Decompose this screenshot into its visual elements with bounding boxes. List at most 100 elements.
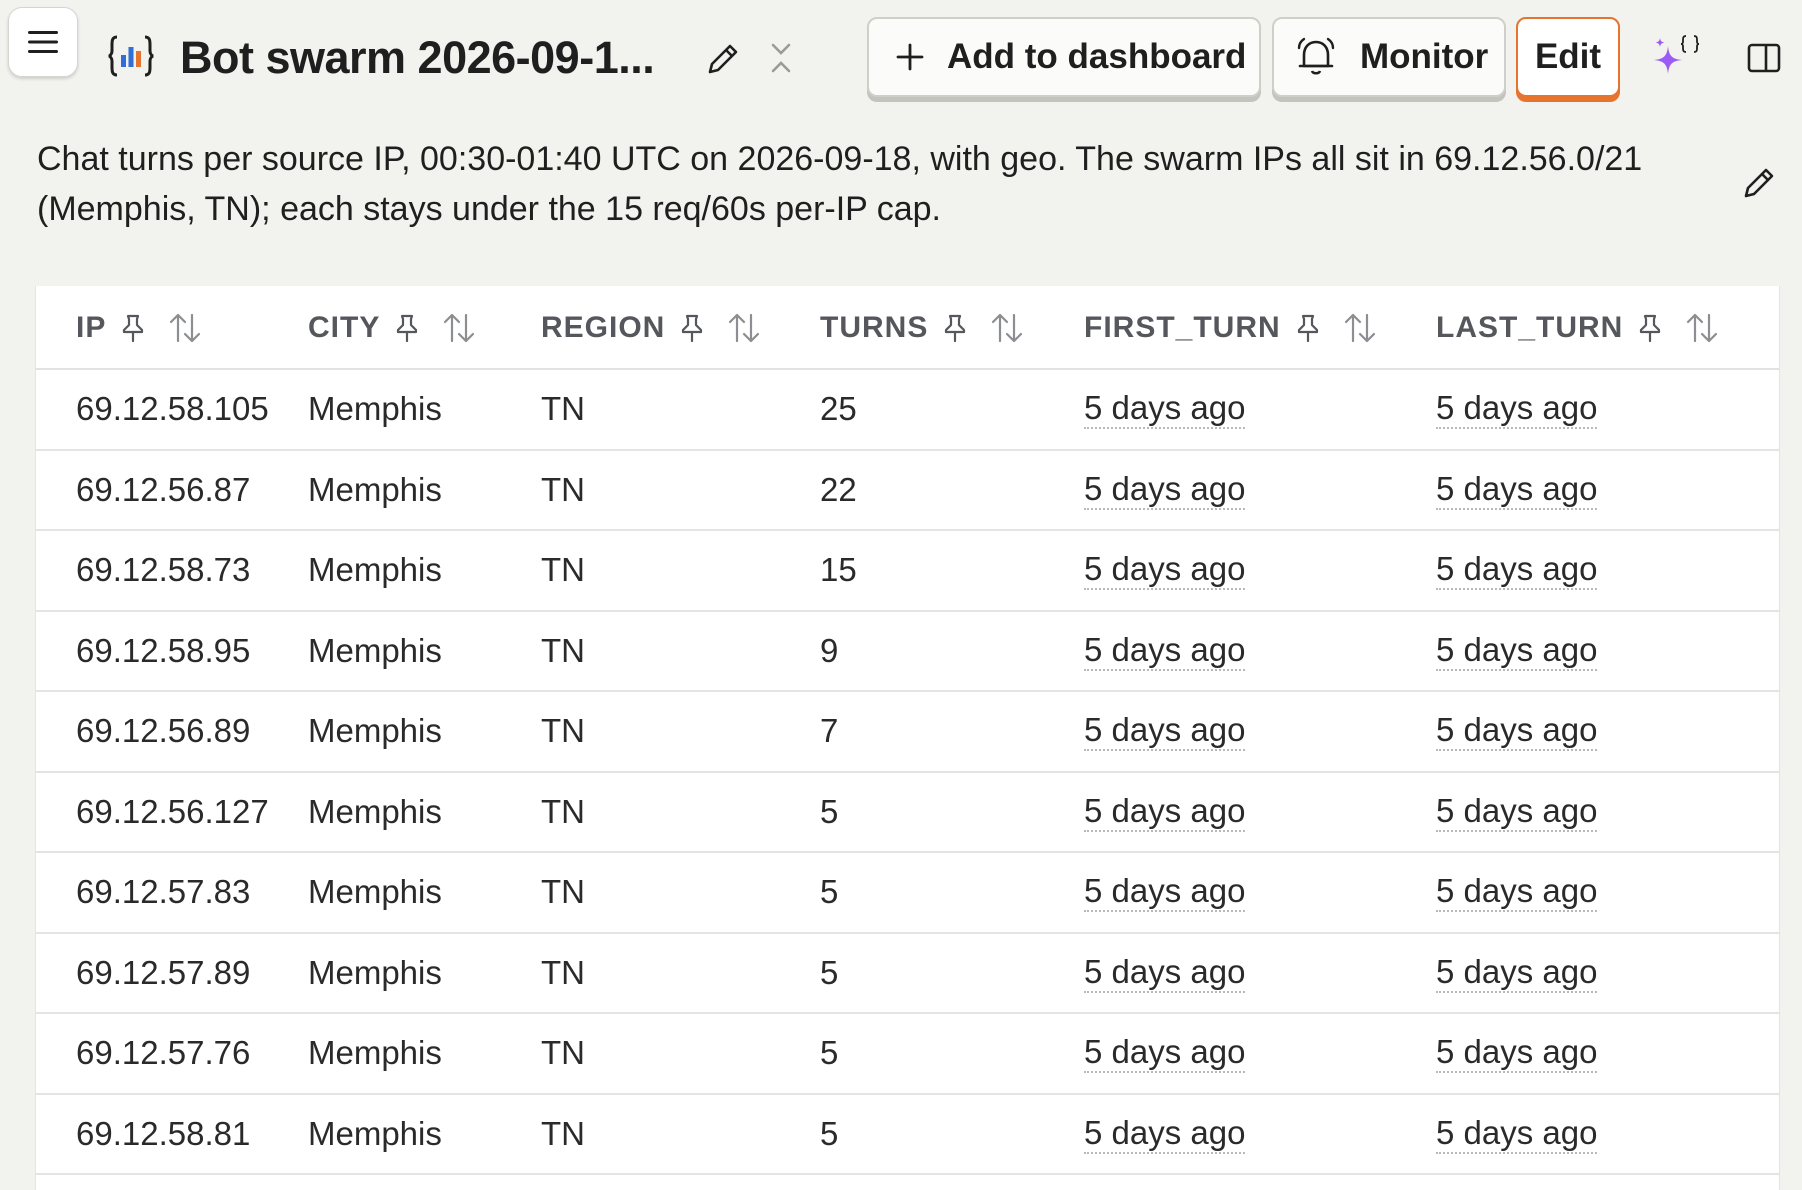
cell-value: 69.12.58.81 <box>76 1114 251 1152</box>
cell-value: 5 days ago <box>1084 711 1246 751</box>
cell-region: TN <box>541 934 585 1012</box>
table-row[interactable]: 69.12.58.95 Memphis TN 9 5 days ago 5 days ag… <box>36 612 1779 692</box>
collapse-chevrons-icon[interactable] <box>766 40 796 76</box>
cell-value: 5 days ago <box>1436 792 1598 832</box>
cell-ip: 69.12.58.81 <box>76 1095 250 1173</box>
cell-value: TN <box>541 551 585 588</box>
cell-value: Memphis <box>308 1034 442 1071</box>
hamburger-menu-icon <box>28 31 58 53</box>
cell-value: 5 <box>820 953 839 991</box>
sort-arrows-icon <box>444 313 475 343</box>
cell-value: 5 days ago <box>1084 1114 1246 1154</box>
cell-first-turn: 5 days ago <box>1084 773 1246 851</box>
column-header-label: IP <box>76 311 107 344</box>
pin-column-button[interactable] <box>1295 313 1321 343</box>
cell-value: 5 <box>820 792 839 830</box>
cell-last-turn: 5 days ago <box>1436 451 1598 529</box>
cell-last-turn: 5 days ago <box>1436 531 1598 609</box>
cell-value: TN <box>541 953 585 991</box>
column-header-ip[interactable]: IP <box>76 286 202 370</box>
table-row[interactable]: 69.12.57.76 Memphis TN 5 5 days ago 5 days ag… <box>36 1014 1779 1095</box>
cell-city: Memphis <box>308 370 442 448</box>
cell-value: 69.12.57.89 <box>76 953 251 991</box>
cell-region: TN <box>541 451 585 529</box>
sort-arrows-icon <box>1687 313 1718 343</box>
cell-value: 5 days ago <box>1436 711 1598 751</box>
cell-value: TN <box>541 470 585 508</box>
cell-value: 9 <box>820 631 839 669</box>
table-row[interactable]: 69.12.56.127 Memphis TN 5 5 days ago 5 days a… <box>36 773 1779 853</box>
table-row[interactable]: 69.12.58.81 Memphis TN 5 5 days ago 5 days ag… <box>36 1095 1779 1175</box>
cell-value: 22 <box>820 470 857 508</box>
cell-ip: 69.12.57.83 <box>76 853 250 931</box>
column-header-region[interactable]: REGION <box>541 286 761 370</box>
cell-region: TN <box>541 531 585 609</box>
add-to-dashboard-button[interactable]: Add to dashboard <box>867 17 1261 97</box>
column-header-first-turn[interactable]: FIRST_TURN <box>1084 286 1377 370</box>
table-row[interactable]: 69.12.58.105 Memphis TN 25 5 days ago 5 days … <box>36 370 1779 451</box>
cell-value: 7 <box>820 712 839 749</box>
cell-turns: 5 <box>820 1014 838 1092</box>
column-header-last-turn[interactable]: LAST_TURN <box>1436 286 1719 370</box>
cell-value: 69.12.56.89 <box>76 712 251 749</box>
sparkle-icon[interactable] <box>1650 32 1702 80</box>
cell-first-turn: 5 days ago <box>1084 370 1246 448</box>
cell-ip: 69.12.58.105 <box>76 370 269 448</box>
cell-value: 5 days ago <box>1436 389 1598 429</box>
pencil-icon[interactable] <box>704 40 742 78</box>
menu-button[interactable] <box>8 7 78 77</box>
cell-first-turn: 5 days ago <box>1084 934 1246 1012</box>
bell-icon <box>1297 37 1335 75</box>
cell-ip: 69.12.58.95 <box>76 612 250 690</box>
pin-column-button[interactable] <box>1637 313 1663 343</box>
sort-column-button[interactable] <box>1685 312 1719 344</box>
cell-first-turn: 5 days ago <box>1084 531 1246 609</box>
sort-column-button[interactable] <box>168 312 202 344</box>
column-header-city[interactable]: CITY <box>308 286 476 370</box>
cell-city: Memphis <box>308 773 442 851</box>
sort-column-button[interactable] <box>442 312 476 344</box>
table-body: 69.12.58.105 Memphis TN 25 5 days ago 5 days … <box>36 370 1779 1175</box>
cell-last-turn: 5 days ago <box>1436 1014 1598 1092</box>
pin-column-button[interactable] <box>394 313 420 343</box>
cell-value: Memphis <box>308 390 442 427</box>
cell-city: Memphis <box>308 1095 442 1173</box>
pin-column-button[interactable] <box>120 313 146 343</box>
sort-arrows-icon <box>729 313 760 343</box>
sql-insight-icon <box>108 35 154 77</box>
cell-value: TN <box>541 631 585 669</box>
table-row[interactable]: 69.12.56.89 Memphis TN 7 5 days ago 5 days ag… <box>36 692 1779 773</box>
add-to-dashboard-label: Add to dashboard <box>947 37 1247 76</box>
column-header-turns[interactable]: TURNS <box>820 286 1024 370</box>
cell-value: 5 days ago <box>1436 872 1598 912</box>
cell-ip: 69.12.56.127 <box>76 773 269 851</box>
sort-arrows-icon <box>1344 313 1375 343</box>
pin-column-button[interactable] <box>679 313 705 343</box>
table-row[interactable]: 69.12.56.87 Memphis TN 22 5 days ago 5 days a… <box>36 451 1779 531</box>
description-pencil-icon[interactable] <box>1740 164 1778 202</box>
cell-turns: 5 <box>820 1095 838 1173</box>
cell-city: Memphis <box>308 612 442 690</box>
cell-turns: 5 <box>820 934 838 1012</box>
cell-value: 5 days ago <box>1084 872 1246 912</box>
table-row[interactable]: 69.12.57.83 Memphis TN 5 5 days ago 5 days ag… <box>36 853 1779 934</box>
sidebar-panel-icon[interactable] <box>1746 40 1782 76</box>
edit-button[interactable]: Edit <box>1516 17 1620 97</box>
insight-description: Chat turns per source IP, 00:30-01:40 UT… <box>37 140 1643 228</box>
cell-last-turn: 5 days ago <box>1436 1095 1598 1173</box>
sort-column-button[interactable] <box>727 312 761 344</box>
cell-value: 5 days ago <box>1084 792 1246 832</box>
cell-ip: 69.12.56.87 <box>76 451 250 529</box>
sort-column-button[interactable] <box>990 312 1024 344</box>
cell-value: 5 days ago <box>1084 631 1246 671</box>
sort-column-button[interactable] <box>1343 312 1377 344</box>
pin-column-button[interactable] <box>942 313 968 343</box>
table-header: IP CITY REGION TURNS FIRST_TURN LAST_TURN <box>36 286 1779 370</box>
table-row[interactable]: 69.12.57.89 Memphis TN 5 5 days ago 5 days ag… <box>36 934 1779 1014</box>
cell-turns: 7 <box>820 692 838 770</box>
cell-value: Memphis <box>308 551 442 588</box>
table-row[interactable]: 69.12.58.73 Memphis TN 15 5 days ago 5 days a… <box>36 531 1779 612</box>
monitor-button[interactable]: Monitor <box>1272 17 1506 97</box>
cell-value: 69.12.58.73 <box>76 551 251 588</box>
cell-region: TN <box>541 612 585 690</box>
